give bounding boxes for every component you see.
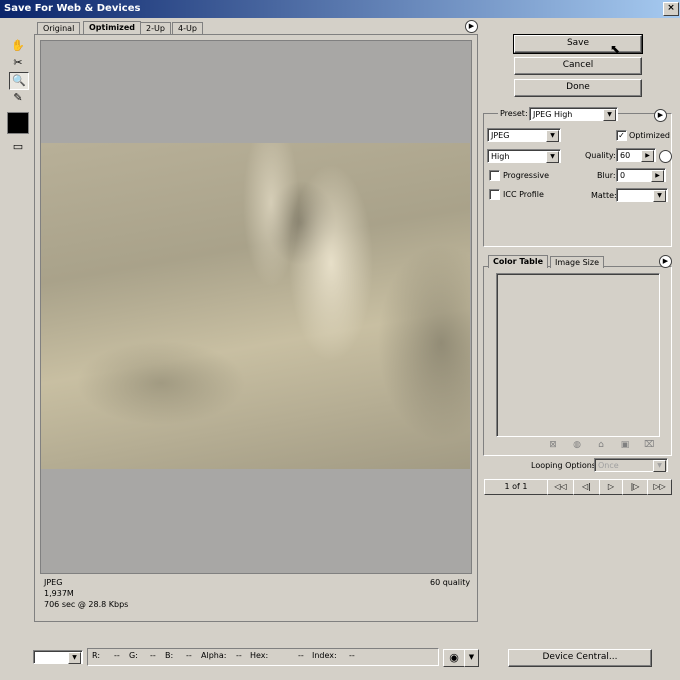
trash-icon[interactable]: ⌧ <box>644 440 654 450</box>
first-frame-button[interactable]: ◁◁ <box>547 479 574 495</box>
alpha-label: Alpha: <box>201 651 227 660</box>
color-table-menu-icon[interactable]: ▶ <box>659 255 672 268</box>
previous-frame-button[interactable]: ◁| <box>573 479 600 495</box>
g-label: G: <box>129 651 138 660</box>
chevron-down-icon: ▼ <box>546 151 559 163</box>
chevron-right-icon: ▶ <box>651 170 664 182</box>
hex-label: Hex: <box>250 651 269 660</box>
matte-label: Matte: <box>591 191 617 200</box>
device-central-button[interactable]: Device Central... <box>508 649 652 667</box>
icc-profile-checkbox[interactable] <box>489 189 500 200</box>
hand-tool-icon[interactable]: ✋ <box>9 38 27 54</box>
blur-label: Blur: <box>597 171 616 180</box>
last-frame-button[interactable]: ▷▷ <box>647 479 672 495</box>
alpha-value: -- <box>236 651 242 660</box>
chevron-down-icon: ▼ <box>603 109 616 121</box>
slice-select-tool-icon[interactable]: ✂ <box>9 55 27 71</box>
preset-value: JPEG High <box>533 110 573 119</box>
info-quality: 60 quality <box>430 578 471 587</box>
settings-menu-icon[interactable]: ▶ <box>654 109 667 122</box>
chevron-down-icon: ▼ <box>653 460 666 472</box>
preview-menu-icon[interactable]: ▶ <box>465 20 478 33</box>
format-select[interactable]: JPEG ▼ <box>487 128 561 142</box>
preview-image[interactable] <box>41 143 470 469</box>
b-value: -- <box>186 651 192 660</box>
tab-color-table[interactable]: Color Table <box>488 255 549 268</box>
quality-input[interactable]: 60 ▶ <box>616 148 656 162</box>
r-value: -- <box>114 651 120 660</box>
chevron-down-icon: ▼ <box>653 190 666 202</box>
info-download-time: 706 sec @ 28.8 Kbps <box>44 600 129 609</box>
g-value: -- <box>150 651 156 660</box>
chevron-right-icon: ▶ <box>641 150 654 162</box>
progressive-label: Progressive <box>503 171 550 180</box>
r-label: R: <box>92 651 101 660</box>
toggle-slices-icon[interactable]: ▭ <box>9 139 27 155</box>
progressive-checkbox[interactable] <box>489 170 500 181</box>
info-format: JPEG <box>44 578 63 587</box>
hex-value: -- <box>298 651 304 660</box>
browser-preview-icon[interactable]: ◉ <box>443 649 465 667</box>
preset-select[interactable]: JPEG High ▼ <box>529 107 618 121</box>
color-table-area[interactable] <box>496 273 660 437</box>
map-to-transparent-icon[interactable]: ⊠ <box>548 440 558 450</box>
save-button[interactable]: Save <box>513 34 643 54</box>
window-title: Save For Web & Devices <box>4 3 141 14</box>
chevron-down-icon[interactable]: ▼ <box>464 649 479 667</box>
eyedropper-tool-icon[interactable]: ✎ <box>9 90 27 106</box>
frame-counter: 1 of 1 <box>484 479 548 495</box>
quality-label: Quality: <box>585 151 616 160</box>
new-color-icon[interactable]: ▣ <box>620 440 630 450</box>
compression-value: High <box>491 152 510 161</box>
format-value: JPEG <box>491 131 510 140</box>
blur-value: 0 <box>620 171 626 180</box>
blur-input[interactable]: 0 ▶ <box>616 168 666 182</box>
optimized-checkbox[interactable]: ✓ <box>616 130 627 141</box>
next-frame-button[interactable]: |▷ <box>622 479 648 495</box>
play-button[interactable]: ▷ <box>599 479 623 495</box>
zoom-tool-icon[interactable]: 🔍 <box>9 72 29 90</box>
quality-value: 60 <box>620 151 631 160</box>
done-button[interactable]: Done <box>514 79 642 97</box>
looping-options-label: Looping Options: <box>531 461 599 470</box>
index-label: Index: <box>312 651 337 660</box>
quality-mask-icon[interactable] <box>659 150 672 163</box>
b-label: B: <box>165 651 174 660</box>
optimized-label: Optimized <box>629 131 670 140</box>
compression-select[interactable]: High ▼ <box>487 149 561 163</box>
cursor-arrow-icon: ⬉ <box>610 42 621 56</box>
preset-label: Preset: <box>498 109 530 118</box>
matte-select[interactable]: ▼ <box>616 188 668 202</box>
chevron-down-icon: ▼ <box>546 130 559 142</box>
icc-profile-label: ICC Profile <box>503 190 544 199</box>
chevron-down-icon: ▼ <box>68 652 81 664</box>
zoom-select[interactable]: ▼ <box>33 650 83 664</box>
cancel-button[interactable]: Cancel <box>514 57 642 75</box>
looping-select[interactable]: Once ▼ <box>594 458 668 472</box>
web-shift-icon[interactable]: ◍ <box>572 440 582 450</box>
info-size: 1,937M <box>44 589 74 598</box>
tab-image-size[interactable]: Image Size <box>550 256 605 268</box>
close-button[interactable]: × <box>663 2 679 16</box>
eyedropper-color-swatch[interactable] <box>7 112 29 134</box>
index-value: -- <box>349 651 355 660</box>
lock-color-icon[interactable]: ⌂ <box>596 440 606 450</box>
title-bar: Save For Web & Devices × <box>0 0 680 18</box>
looping-value: Once <box>598 461 619 470</box>
